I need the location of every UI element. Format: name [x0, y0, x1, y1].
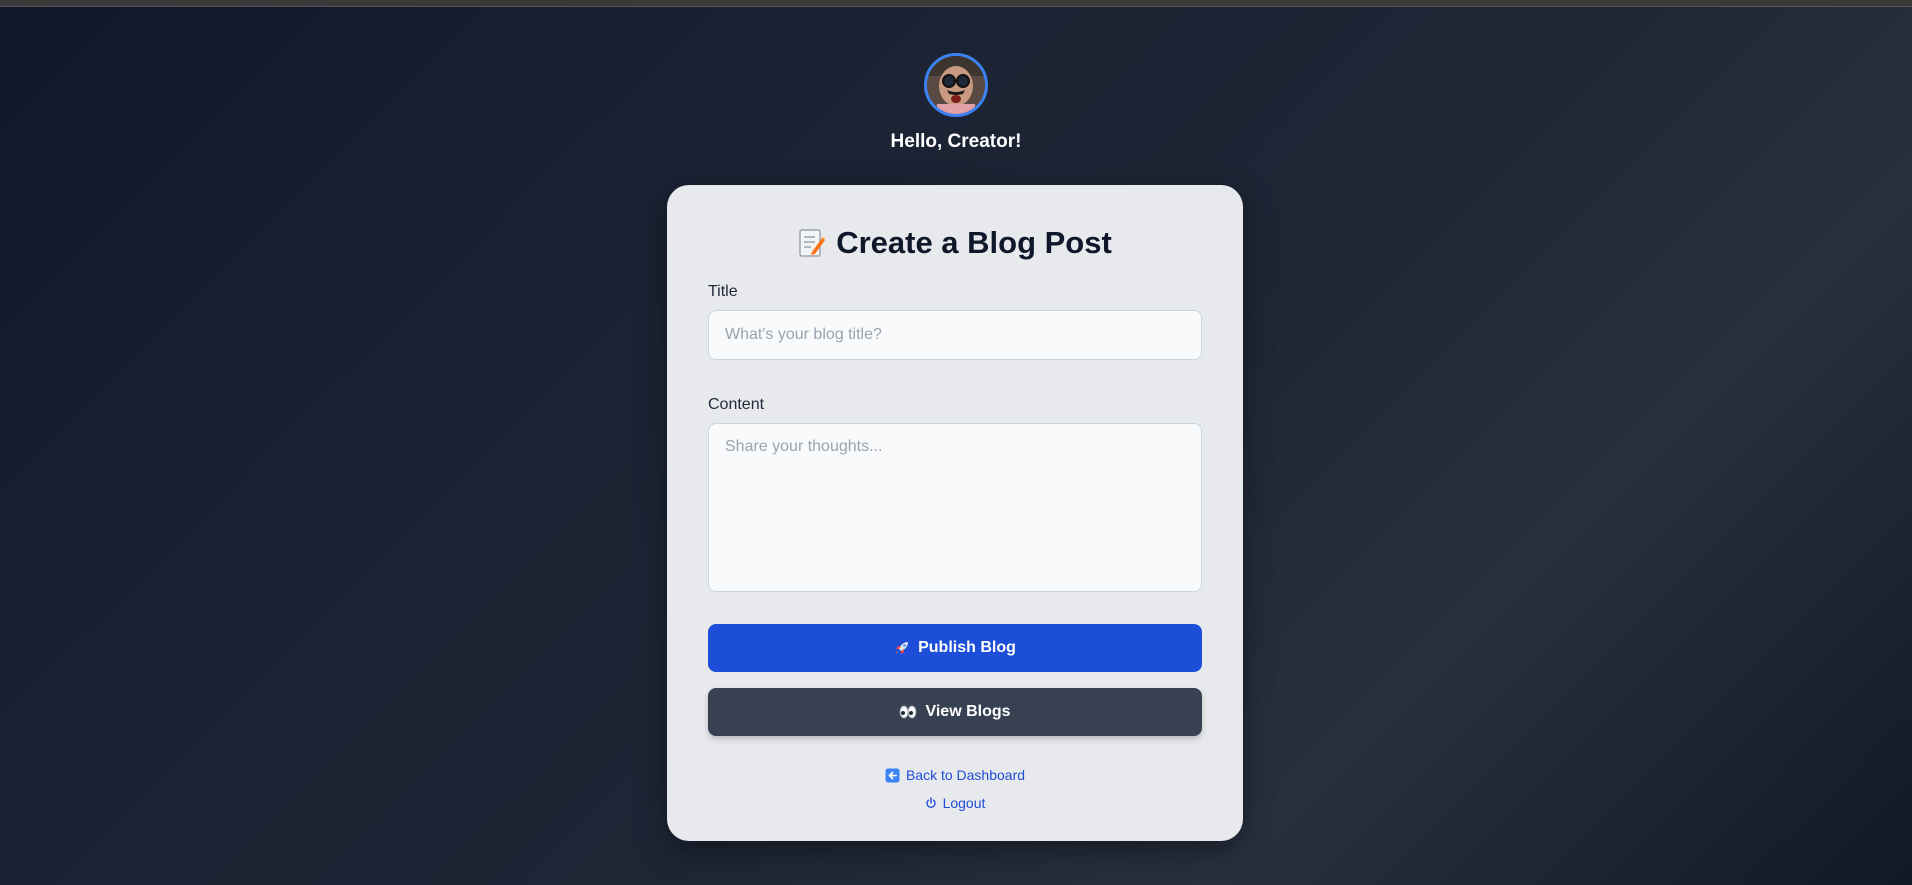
rocket-icon [894, 640, 910, 656]
browser-top-bar [0, 0, 1912, 7]
content-textarea[interactable] [708, 423, 1202, 592]
eyes-icon [899, 705, 917, 719]
footer-links: Back to Dashboard Logout [708, 761, 1202, 817]
logout-label: Logout [942, 795, 986, 811]
avatar[interactable] [924, 53, 988, 117]
logout-link[interactable]: Logout [708, 789, 1202, 817]
memo-icon [798, 228, 826, 258]
content-label: Content [708, 396, 765, 413]
publish-blog-button[interactable]: Publish Blog [708, 624, 1202, 672]
create-post-card: Create a Blog Post Title Content Publish… [667, 185, 1243, 841]
page-title: Create a Blog Post [708, 225, 1202, 261]
back-arrow-icon [885, 768, 900, 783]
title-label: Title [708, 283, 738, 300]
page-title-text: Create a Blog Post [836, 225, 1112, 260]
view-blogs-label: View Blogs [925, 703, 1011, 720]
user-header: Hello, Creator! [0, 53, 1912, 153]
avatar-image [927, 56, 985, 114]
greeting-text: Hello, Creator! [890, 131, 1022, 152]
title-input[interactable] [708, 310, 1202, 360]
back-to-dashboard-link[interactable]: Back to Dashboard [708, 761, 1202, 789]
back-to-dashboard-label: Back to Dashboard [905, 767, 1026, 783]
view-blogs-button[interactable]: View Blogs [708, 688, 1202, 736]
publish-blog-label: Publish Blog [918, 639, 1016, 656]
power-icon [925, 797, 937, 809]
